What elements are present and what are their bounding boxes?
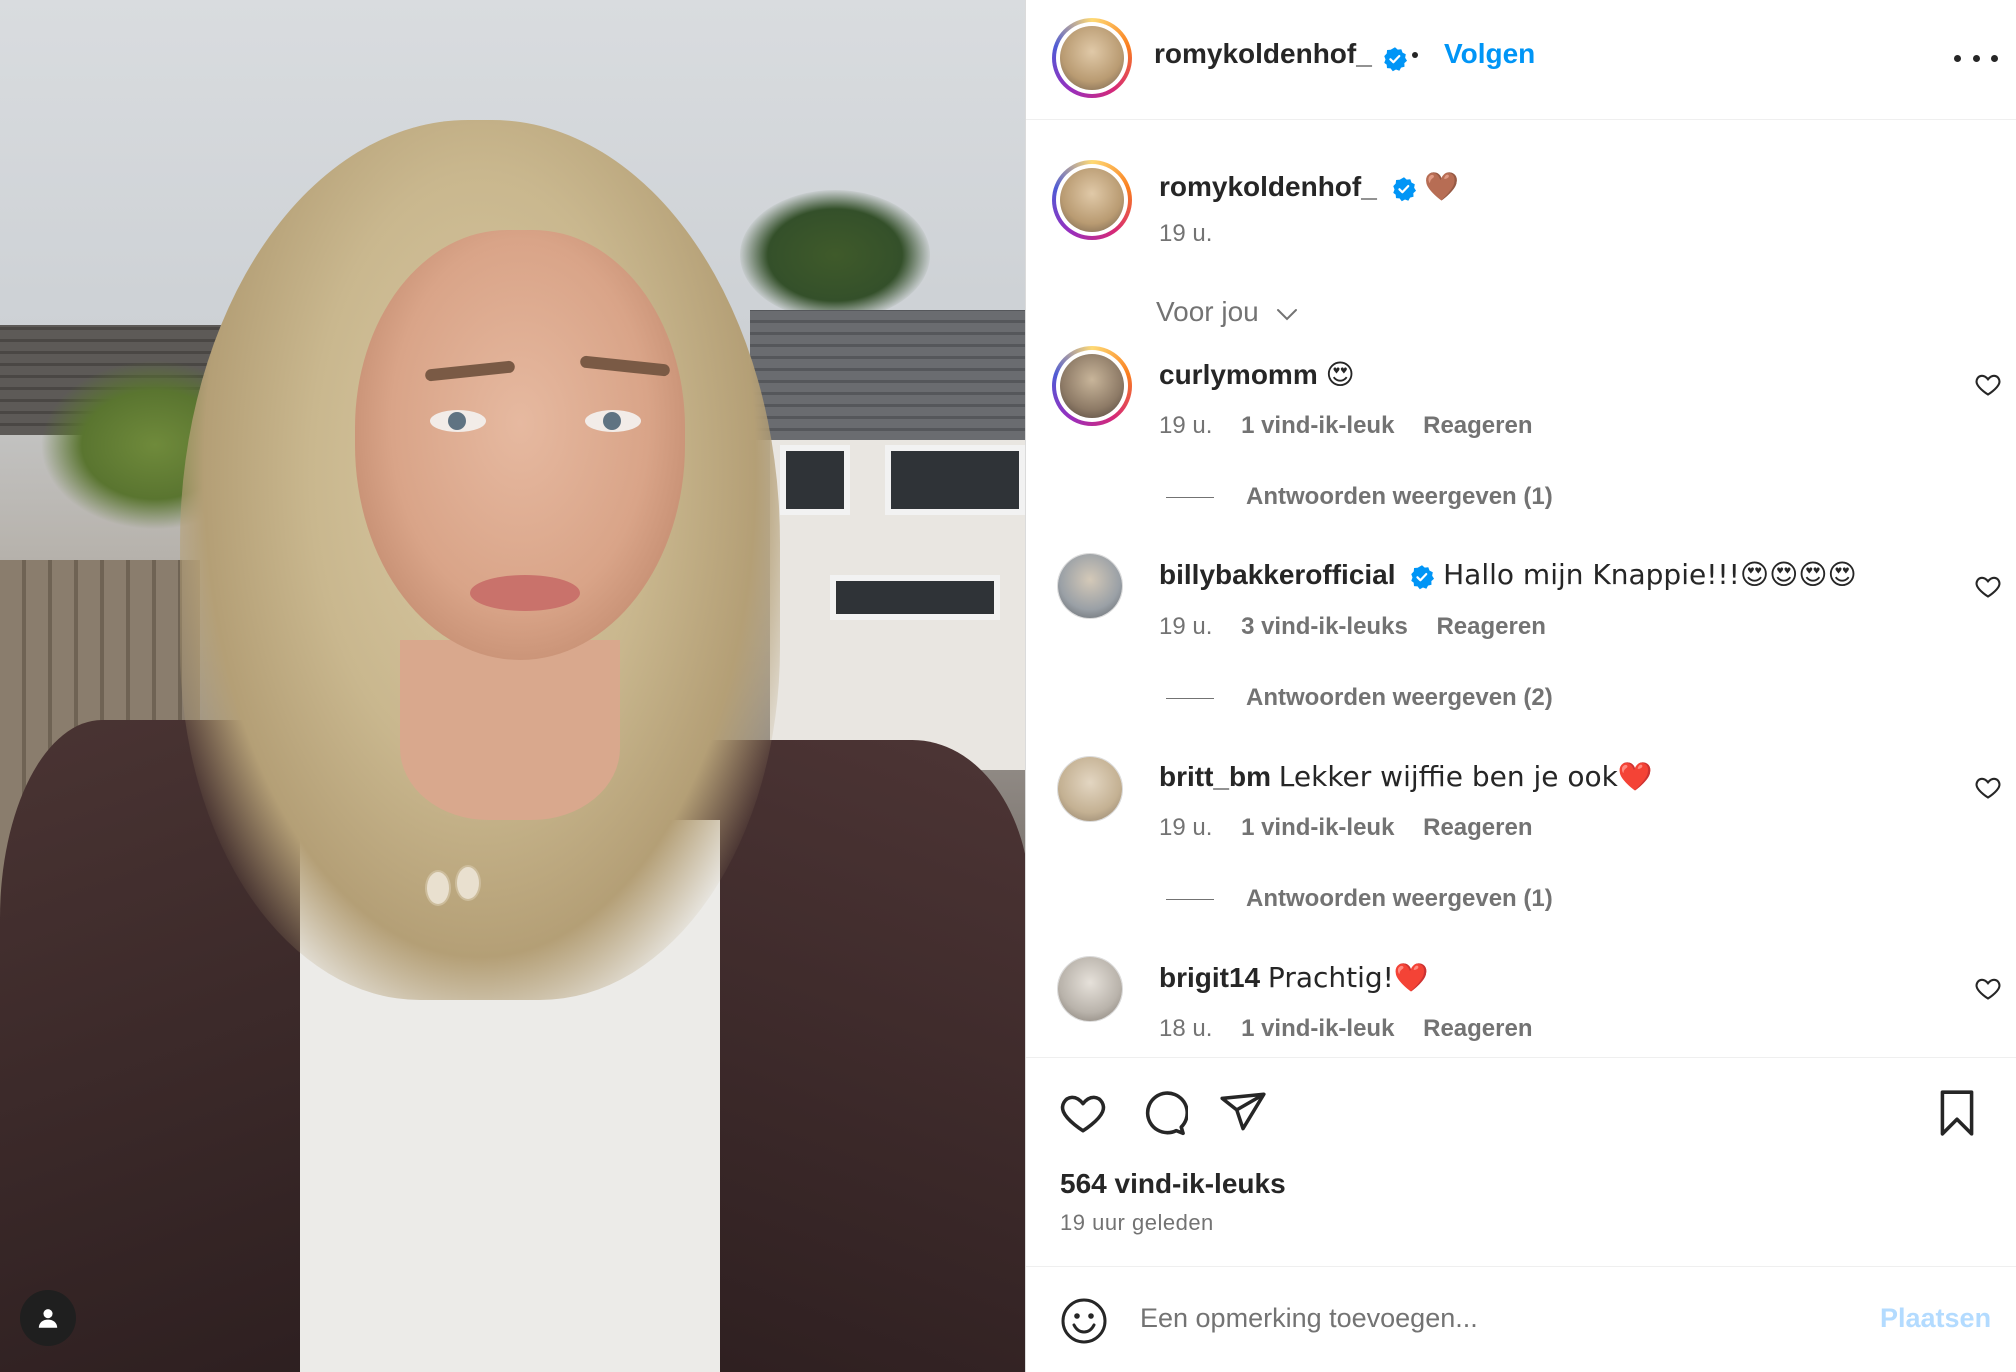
- comment-input[interactable]: Een opmerking toevoegen...: [1140, 1303, 1478, 1334]
- verified-badge-icon: [1392, 176, 1416, 201]
- verified-badge-icon: [1384, 47, 1408, 71]
- comment-meta: 19 u. 3 vind-ik-leuks Reageren: [1159, 613, 1546, 641]
- post-photo[interactable]: [0, 0, 1025, 1372]
- comment-line: britt_bm Lekker wijffie ben je ook❤️: [1159, 760, 1653, 793]
- comment-bubble-icon[interactable]: [1138, 1088, 1188, 1138]
- comment-avatar[interactable]: [1057, 553, 1123, 619]
- comment-meta: 19 u. 1 vind-ik-leuk Reageren: [1159, 814, 1533, 842]
- photo-tree: [740, 190, 930, 320]
- post-header: romykoldenhof_ Volgen: [1026, 0, 2016, 120]
- comment-meta: 18 u. 1 vind-ik-leuk Reageren: [1159, 1015, 1533, 1043]
- likes-count[interactable]: 564 vind-ik-leuks: [1060, 1168, 1286, 1200]
- caption-time: 19 u.: [1159, 220, 1213, 247]
- comment-like-heart-icon[interactable]: [1974, 773, 2002, 801]
- comment-likes[interactable]: 1 vind-ik-leuk: [1241, 412, 1394, 439]
- tagged-users-button[interactable]: [20, 1290, 76, 1346]
- reply-button[interactable]: Reageren: [1423, 1015, 1532, 1042]
- comment-avatar[interactable]: [1052, 346, 1132, 426]
- photo-lips: [470, 575, 580, 611]
- view-replies-button[interactable]: Antwoorden weergeven (1): [1166, 885, 1553, 913]
- comment-time: 19 u.: [1159, 613, 1213, 640]
- follow-button[interactable]: Volgen: [1444, 38, 1535, 70]
- view-replies-label: Antwoorden weergeven (2): [1246, 684, 1553, 711]
- more-options-icon[interactable]: [1954, 40, 1998, 76]
- comment-likes[interactable]: 1 vind-ik-leuk: [1241, 814, 1394, 841]
- view-replies-button[interactable]: Antwoorden weergeven (2): [1166, 684, 1553, 712]
- author-avatar[interactable]: [1052, 18, 1132, 98]
- view-replies-label: Antwoorden weergeven (1): [1246, 885, 1553, 912]
- caption-line: romykoldenhof_ 🤎: [1159, 170, 1459, 203]
- comment-time: 19 u.: [1159, 412, 1213, 439]
- replies-line: [1166, 497, 1214, 499]
- caption-username[interactable]: romykoldenhof_: [1159, 171, 1377, 202]
- separator-dot: [1412, 52, 1418, 58]
- post-comment-button[interactable]: Plaatsen: [1880, 1303, 1991, 1334]
- photo-eye-right: [585, 410, 641, 432]
- view-replies-label: Antwoorden weergeven (1): [1246, 483, 1553, 510]
- replies-line: [1166, 899, 1214, 901]
- comment-text: Lekker wijffie ben je ook❤️: [1278, 760, 1653, 793]
- comment-time: 19 u.: [1159, 814, 1213, 841]
- verified-badge-icon: [1411, 564, 1435, 589]
- comment-avatar[interactable]: [1057, 956, 1123, 1022]
- photo-pendant: [425, 870, 451, 906]
- reply-button[interactable]: Reageren: [1423, 814, 1532, 841]
- reply-button[interactable]: Reageren: [1423, 412, 1532, 439]
- photo-roof-right: [750, 310, 1025, 440]
- reply-button[interactable]: Reageren: [1436, 613, 1545, 640]
- comment-username[interactable]: brigit14: [1159, 962, 1260, 993]
- person-icon: [38, 1309, 58, 1328]
- author-username[interactable]: romykoldenhof_: [1154, 38, 1372, 69]
- comment-text: 😍: [1325, 358, 1355, 391]
- photo-pendant: [455, 865, 481, 901]
- comment-sort-dropdown[interactable]: Voor jou: [1156, 296, 1299, 328]
- photo-window: [780, 445, 850, 515]
- comment-meta: 19 u. 1 vind-ik-leuk Reageren: [1159, 412, 1533, 440]
- comment-text: Hallo mijn Knappie!!!😍😍😍😍: [1443, 558, 1857, 591]
- share-send-icon[interactable]: [1218, 1088, 1268, 1138]
- post-timestamp[interactable]: 19 uur geleden: [1060, 1210, 1214, 1236]
- comment-username[interactable]: curlymomm: [1159, 359, 1318, 390]
- comment-username[interactable]: billybakkerofficial: [1159, 559, 1396, 590]
- photo-window: [885, 445, 1025, 515]
- comment-time: 18 u.: [1159, 1015, 1213, 1042]
- chevron-down-icon: [1276, 308, 1297, 321]
- caption-avatar[interactable]: [1052, 160, 1132, 240]
- comment-line: curlymomm 😍: [1159, 358, 1355, 391]
- comment-likes[interactable]: 1 vind-ik-leuk: [1241, 1015, 1394, 1042]
- replies-line: [1166, 698, 1214, 700]
- post-side-panel: romykoldenhof_ Volgen romykoldenhof_ 🤎 1…: [1025, 0, 2016, 1372]
- comment-username[interactable]: britt_bm: [1159, 761, 1271, 792]
- photo-eye-left: [430, 410, 486, 432]
- view-replies-button[interactable]: Antwoorden weergeven (1): [1166, 483, 1553, 511]
- post-actions: 564 vind-ik-leuks 19 uur geleden: [1026, 1057, 2016, 1267]
- comment-like-heart-icon[interactable]: [1974, 370, 2002, 398]
- photo-neck: [400, 640, 620, 820]
- comment-avatar[interactable]: [1057, 756, 1123, 822]
- comment-like-heart-icon[interactable]: [1974, 974, 2002, 1002]
- comment-text: Prachtig!❤️: [1267, 961, 1429, 994]
- save-bookmark-icon[interactable]: [1932, 1088, 1982, 1138]
- like-heart-icon[interactable]: [1058, 1088, 1108, 1138]
- comment-likes[interactable]: 3 vind-ik-leuks: [1241, 613, 1408, 640]
- comment-line: billybakkerofficial Hallo mijn Knappie!!…: [1159, 558, 1857, 591]
- comment-sort-label: Voor jou: [1156, 296, 1259, 327]
- comment-line: brigit14 Prachtig!❤️: [1159, 961, 1429, 994]
- photo-window: [830, 575, 1000, 620]
- caption-text: 🤎: [1424, 170, 1460, 203]
- emoji-picker-icon[interactable]: [1060, 1297, 1108, 1345]
- comment-like-heart-icon[interactable]: [1974, 572, 2002, 600]
- comment-composer: Een opmerking toevoegen... Plaatsen: [1026, 1266, 2016, 1372]
